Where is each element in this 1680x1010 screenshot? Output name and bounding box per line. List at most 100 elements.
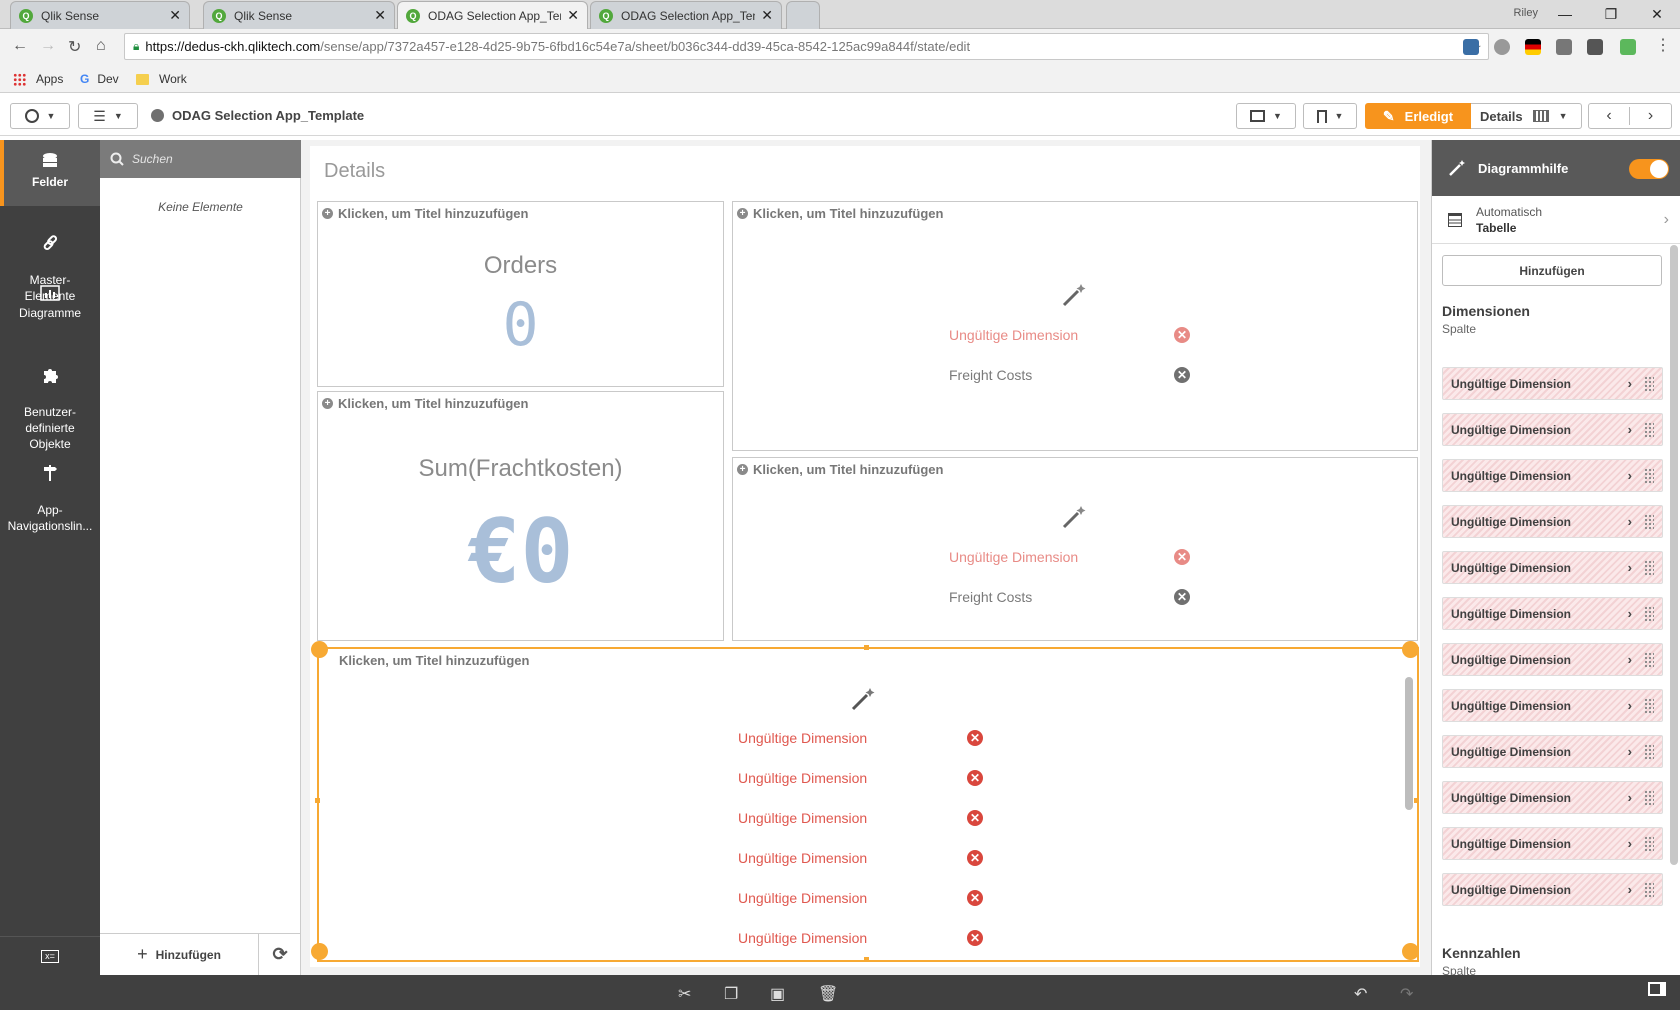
add-field-button[interactable]: + Hinzufügen [100,934,259,975]
remove-dimension-icon[interactable]: ✕ [967,850,983,866]
sidebar-item-app-navigation[interactable]: App- Navigationslin... [0,448,100,534]
qr-extension-icon[interactable] [1587,39,1603,55]
kpi-orders[interactable]: + Klicken, um Titel hinzuzufügen Orders 0 [317,201,724,387]
chart-object-2[interactable]: + Klicken, um Titel hinzuzufügen Ungültig… [732,457,1418,641]
story-button[interactable]: ▼ [1236,103,1296,129]
browser-user-name[interactable]: Riley [1514,7,1538,19]
object-title[interactable]: + Klicken, um Titel hinzuzufügen [737,462,943,477]
dimension-item[interactable]: Ungültige Dimension › [1442,827,1663,860]
extension-icon[interactable] [1463,39,1479,55]
resize-handle-top-right[interactable] [1402,641,1419,658]
resize-handle-left[interactable] [315,798,320,803]
browser-tab-3[interactable]: Q ODAG Selection App_Tem ✕ [397,1,588,29]
drag-handle-icon[interactable] [1644,698,1654,714]
visualization-selector[interactable]: Automatisch Tabelle › [1432,196,1680,244]
dimension-item[interactable]: Ungültige Dimension › [1442,735,1663,768]
browser-tab-1[interactable]: Q Qlik Sense ✕ [10,1,190,29]
remove-dimension-icon[interactable]: ✕ [967,810,983,826]
drag-handle-icon[interactable] [1644,422,1654,438]
trash-icon[interactable]: 🗑︎ [818,984,838,1004]
resize-handle-bottom-right[interactable] [1402,943,1419,960]
object-title[interactable]: + Klicken, um Titel hinzuzufügen [322,206,528,221]
sidebar-item-custom-objects[interactable]: Benutzer- definierte Objekte [0,350,100,452]
resize-handle-right[interactable] [1414,798,1419,803]
refresh-icon[interactable]: ⟳ [259,934,301,975]
remove-measure-icon[interactable]: ✕ [1174,367,1190,383]
object-title[interactable]: + Klicken, um Titel hinzuzufügen [322,396,528,411]
resize-handle-top[interactable] [864,645,869,650]
sheet-title[interactable]: Details [324,160,385,183]
previous-sheet-icon[interactable]: ‹ [1589,107,1631,125]
reload-icon[interactable]: ↻ [68,37,81,57]
object-title[interactable]: Klicken, um Titel hinzuzufügen [323,653,529,668]
bookmark-dev[interactable]: G Dev [80,72,119,86]
resize-handle-bottom-left[interactable] [311,943,328,960]
search-input[interactable]: Suchen [100,140,301,178]
global-menu-button[interactable]: ☰ ▼ [78,103,138,129]
next-sheet-icon[interactable]: › [1630,107,1671,125]
drag-handle-icon[interactable] [1644,882,1654,898]
kpi-freight[interactable]: + Klicken, um Titel hinzuzufügen Sum(Frac… [317,391,724,641]
close-tab-icon[interactable]: ✕ [374,7,386,24]
redo-icon[interactable]: ↷ [1400,984,1413,1004]
dimension-item[interactable]: Ungültige Dimension › [1442,643,1663,676]
browser-tab-2[interactable]: Q Qlik Sense ✕ [203,1,395,29]
chart-suggestions-toggle[interactable] [1629,159,1669,179]
dimension-item[interactable]: Ungültige Dimension › [1442,505,1663,538]
table-object-selected[interactable]: Klicken, um Titel hinzuzufügen Ungültige… [317,647,1419,962]
details-button[interactable]: Details ▼ [1471,103,1582,129]
extension-icon[interactable] [1620,39,1636,55]
object-scrollbar[interactable] [1405,677,1413,810]
dimension-item[interactable]: Ungültige Dimension › [1442,413,1663,446]
resize-handle-bottom[interactable] [864,957,869,962]
close-tab-icon[interactable]: ✕ [169,7,181,24]
dimension-item[interactable]: Ungültige Dimension › [1442,367,1663,400]
drag-handle-icon[interactable] [1644,744,1654,760]
dimension-item[interactable]: Ungültige Dimension › [1442,689,1663,722]
extension-icon[interactable] [1556,39,1572,55]
sidebar-item-fields[interactable]: Felder [0,152,100,190]
drag-handle-icon[interactable] [1644,468,1654,484]
new-tab-button[interactable] [786,1,820,29]
flag-extension-icon[interactable] [1525,39,1541,55]
remove-dimension-icon[interactable]: ✕ [967,930,983,946]
minimize-icon[interactable]: — [1542,6,1588,22]
maximize-icon[interactable]: ❐ [1588,6,1634,23]
done-editing-button[interactable]: ✎ Erledigt [1365,103,1471,129]
bookmark-work[interactable]: Work [136,72,187,86]
close-window-icon[interactable]: ✕ [1634,6,1680,23]
navigation-menu-button[interactable]: ▼ [10,103,70,129]
close-tab-icon[interactable]: ✕ [761,7,773,24]
undo-icon[interactable]: ↶ [1354,984,1367,1004]
toggle-panel-icon[interactable] [1648,982,1666,996]
chart-object-1[interactable]: + Klicken, um Titel hinzuzufügen Ungültig… [732,201,1418,451]
browser-menu-icon[interactable]: ⋮ [1655,35,1671,55]
url-input[interactable]: 🔒︎ https://dedus-ckh.qliktech.com /sense… [124,33,1489,60]
drag-handle-icon[interactable] [1644,514,1654,530]
drag-handle-icon[interactable] [1644,790,1654,806]
sidebar-item-charts[interactable]: Diagramme [0,285,100,321]
dimension-item[interactable]: Ungültige Dimension › [1442,459,1663,492]
extension-icon[interactable] [1494,39,1510,55]
scissors-icon[interactable]: ✂ [678,984,691,1004]
drag-handle-icon[interactable] [1644,652,1654,668]
object-title[interactable]: + Klicken, um Titel hinzuzufügen [737,206,943,221]
paste-icon[interactable]: ▣ [770,984,785,1004]
drag-handle-icon[interactable] [1644,836,1654,852]
remove-dimension-icon[interactable]: ✕ [967,770,983,786]
resize-handle-top-left[interactable] [311,641,328,658]
drag-handle-icon[interactable] [1644,376,1654,392]
forward-arrow-icon[interactable]: → [40,37,56,55]
drag-handle-icon[interactable] [1644,606,1654,622]
bookmark-apps[interactable]: Apps [13,72,63,86]
properties-scrollbar[interactable] [1670,245,1678,865]
back-arrow-icon[interactable]: ← [12,37,28,55]
dimension-item[interactable]: Ungültige Dimension › [1442,597,1663,630]
close-tab-icon[interactable]: ✕ [567,7,579,24]
variables-button[interactable]: x= [0,936,100,975]
remove-dimension-icon[interactable]: ✕ [967,890,983,906]
dimension-item[interactable]: Ungültige Dimension › [1442,873,1663,906]
remove-dimension-icon[interactable]: ✕ [1174,327,1190,343]
home-icon[interactable]: ⌂ [96,37,106,55]
remove-dimension-icon[interactable]: ✕ [967,730,983,746]
